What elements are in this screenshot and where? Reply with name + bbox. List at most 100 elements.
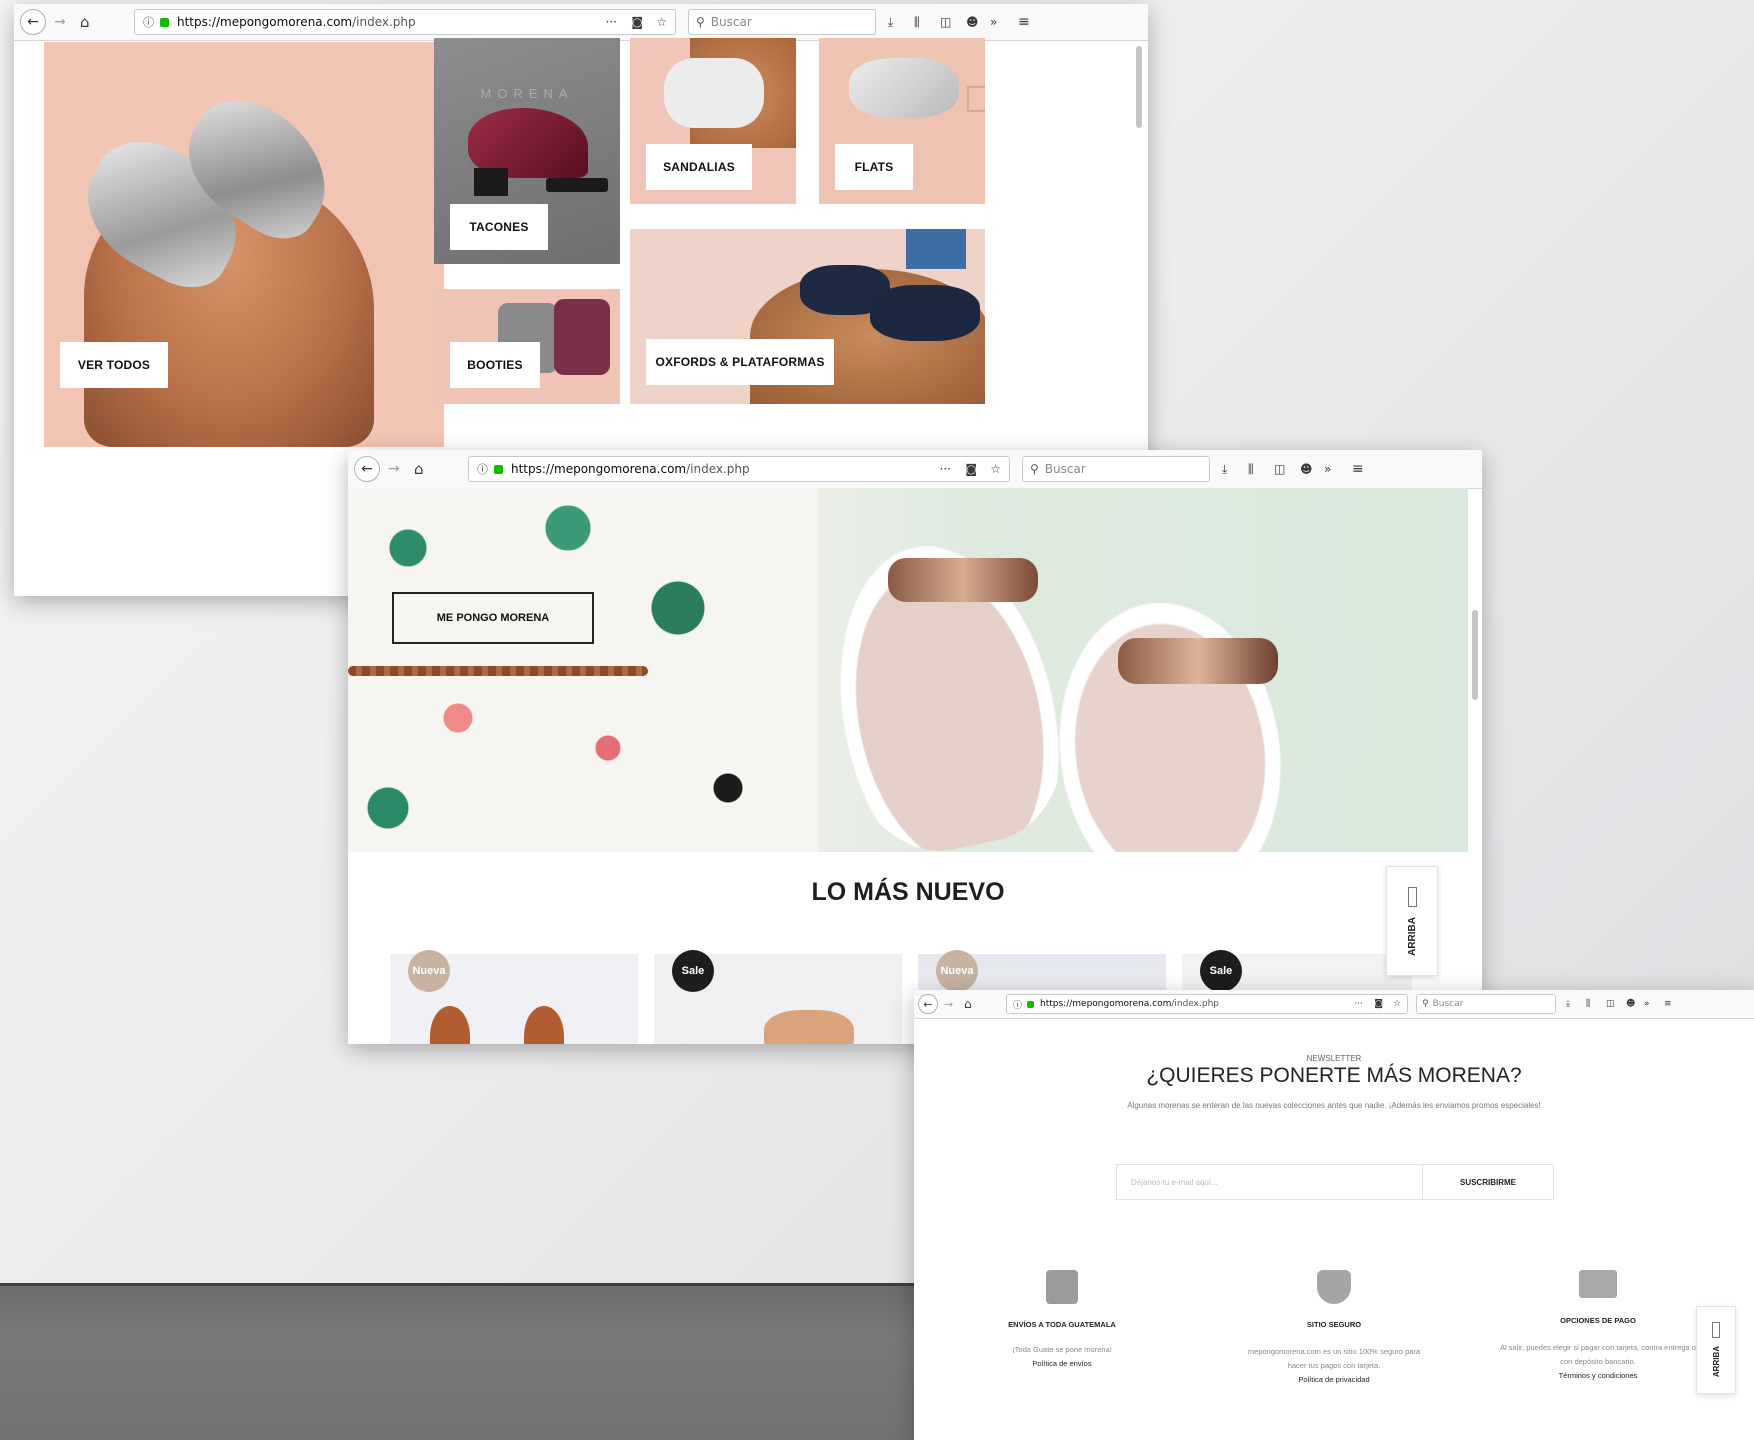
account-icon[interactable]: ☻: [1626, 999, 1635, 1009]
tile-ver-todos[interactable]: VER TODOS: [44, 42, 444, 447]
badge-sale: Sale: [1200, 950, 1242, 992]
tile-label[interactable]: VER TODOS: [60, 342, 168, 388]
email-input[interactable]: Déjanos tu e-mail aquí...: [1117, 1165, 1423, 1199]
feature-shipping: ENVÍOS A TODA GUATEMALA ¡Toda Guate se p…: [974, 1270, 1150, 1368]
address-bar[interactable]: ⓘ https://mepongomorena.com/index.php ··…: [1006, 994, 1408, 1014]
tile-sandalias[interactable]: SANDALIAS: [630, 38, 796, 204]
tile-label[interactable]: TACONES: [450, 204, 548, 250]
bookmark-star-icon[interactable]: ☆: [1393, 999, 1401, 1009]
hero-cta-button[interactable]: ME PONGO MORENA: [392, 592, 594, 644]
bookmark-star-icon[interactable]: ☆: [656, 15, 667, 29]
overflow-icon[interactable]: »: [1324, 462, 1331, 476]
page-actions-icon[interactable]: ···: [606, 15, 617, 29]
search-bar[interactable]: ⚲ Buscar: [1022, 456, 1210, 482]
vertical-scrollbar[interactable]: [1136, 46, 1142, 128]
address-bar[interactable]: ⓘ https://mepongomorena.com/index.php ··…: [134, 9, 676, 35]
bookmark-star-icon[interactable]: ☆: [990, 462, 1001, 476]
back-button[interactable]: ←: [918, 994, 938, 1014]
feature-text: Al salir, puedes elegir si pagar con tar…: [1500, 1343, 1696, 1366]
tile-tacones[interactable]: MORENA TACONES: [434, 38, 620, 264]
vertical-scrollbar[interactable]: [1472, 610, 1478, 700]
feature-secure: SITIO SEGURO mepongomorena.com es un sit…: [1240, 1270, 1428, 1384]
tile-label[interactable]: FLATS: [835, 144, 913, 190]
badge-new: Nueva: [936, 950, 978, 992]
info-icon[interactable]: ⓘ: [477, 461, 488, 477]
browser-toolbar: ← → ⌂ ⓘ https://mepongomorena.com/index.…: [348, 450, 1482, 489]
feature-text: mepongomorena.com es un sitio 100% segur…: [1247, 1347, 1421, 1370]
scroll-top-button[interactable]: ARRIBA: [1696, 1306, 1736, 1394]
home-icon[interactable]: ⌂: [414, 460, 424, 478]
feature-link[interactable]: Política de envíos: [974, 1359, 1150, 1368]
subscribe-button[interactable]: SUSCRIBIRME: [1423, 1165, 1553, 1199]
search-bar[interactable]: ⚲ Buscar: [688, 9, 876, 35]
newsletter-form: Déjanos tu e-mail aquí... SUSCRIBIRME: [1116, 1164, 1554, 1200]
library-icon[interactable]: ⫼: [1248, 462, 1254, 477]
overflow-icon[interactable]: »: [1644, 999, 1650, 1009]
pocket-icon[interactable]: ◙: [965, 462, 977, 476]
scroll-top-button[interactable]: ARRIBA: [1386, 866, 1438, 976]
pocket-icon[interactable]: ◙: [1374, 999, 1383, 1009]
menu-icon[interactable]: ≡: [1018, 14, 1030, 30]
overflow-icon[interactable]: »: [990, 15, 997, 29]
url-path: /index.php: [1171, 999, 1219, 1009]
address-bar[interactable]: ⓘ https://mepongomorena.com/index.php ··…: [468, 456, 1010, 482]
forward-button[interactable]: →: [944, 998, 953, 1011]
sidebar-icon[interactable]: ◫: [940, 15, 951, 29]
delivery-truck-icon: [1579, 1270, 1617, 1298]
download-icon[interactable]: ⤓: [1566, 999, 1570, 1009]
info-icon[interactable]: ⓘ: [143, 14, 154, 30]
lock-icon: [494, 464, 503, 474]
section-title: LO MÁS NUEVO: [811, 878, 1005, 906]
lock-icon: [160, 17, 169, 27]
url-host: https://mepongomorena.com: [177, 15, 353, 29]
menu-icon[interactable]: ≡: [1352, 461, 1364, 477]
tile-booties[interactable]: BOOTIES: [434, 289, 620, 404]
account-icon[interactable]: ☻: [966, 15, 979, 29]
search-icon: ⚲: [1422, 999, 1429, 1009]
strap-illustration: [1118, 638, 1278, 684]
search-bar[interactable]: ⚲ Buscar: [1416, 994, 1556, 1014]
url-path: /index.php: [686, 462, 750, 476]
download-icon[interactable]: ⤓: [888, 15, 893, 30]
tile-label[interactable]: BOOTIES: [450, 342, 540, 388]
account-icon[interactable]: ☻: [1300, 462, 1313, 476]
menu-icon[interactable]: ≡: [1664, 999, 1672, 1009]
tile-flats[interactable]: FLATS: [819, 38, 985, 204]
home-icon[interactable]: ⌂: [80, 13, 90, 31]
tile-label[interactable]: OXFORDS & PLATAFORMAS: [646, 339, 834, 385]
back-button[interactable]: ←: [20, 9, 46, 35]
strap-illustration: [888, 558, 1038, 602]
feature-link[interactable]: Términos y condiciones: [1500, 1371, 1696, 1380]
shoe-thumb-illustration: [524, 1006, 564, 1044]
feature-link[interactable]: Política de privacidad: [1240, 1375, 1428, 1384]
library-icon[interactable]: ⫼: [1586, 999, 1590, 1009]
pocket-icon[interactable]: ◙: [631, 15, 643, 29]
page-actions-icon[interactable]: ···: [940, 462, 951, 476]
badge-sale: Sale: [672, 950, 714, 992]
burgundy-bootie-illustration: [554, 299, 610, 375]
white-sandal-illustration: [664, 58, 764, 128]
sidebar-icon[interactable]: ◫: [1606, 999, 1615, 1009]
browser-toolbar: ← → ⌂ ⓘ https://mepongomorena.com/index.…: [14, 4, 1148, 41]
lock-icon: [1027, 1000, 1035, 1008]
arrow-up-icon: [1712, 1322, 1720, 1339]
forward-button[interactable]: →: [388, 461, 400, 477]
page-actions-icon[interactable]: ···: [1354, 999, 1363, 1009]
search-placeholder: Buscar: [1044, 462, 1086, 476]
library-icon[interactable]: ⫼: [914, 15, 920, 30]
home-icon[interactable]: ⌂: [964, 997, 972, 1011]
secure-shield-icon: [1317, 1270, 1351, 1304]
boat-shoe-illustration: [849, 58, 959, 118]
back-button[interactable]: ←: [354, 456, 380, 482]
tile-label[interactable]: SANDALIAS: [646, 144, 752, 190]
search-placeholder: Buscar: [710, 15, 752, 29]
tile-oxfords[interactable]: OXFORDS & PLATAFORMAS: [630, 229, 985, 404]
sole-illustration: [546, 178, 608, 192]
browser-window-newsletter: ← → ⌂ ⓘ https://mepongomorena.com/index.…: [914, 990, 1754, 1440]
email-placeholder: Déjanos tu e-mail aquí...: [1131, 1177, 1218, 1187]
sidebar-icon[interactable]: ◫: [1274, 462, 1285, 476]
download-icon[interactable]: ⤓: [1222, 462, 1227, 477]
badge-new: Nueva: [408, 950, 450, 992]
forward-button[interactable]: →: [54, 14, 66, 30]
info-icon[interactable]: ⓘ: [1013, 998, 1022, 1011]
